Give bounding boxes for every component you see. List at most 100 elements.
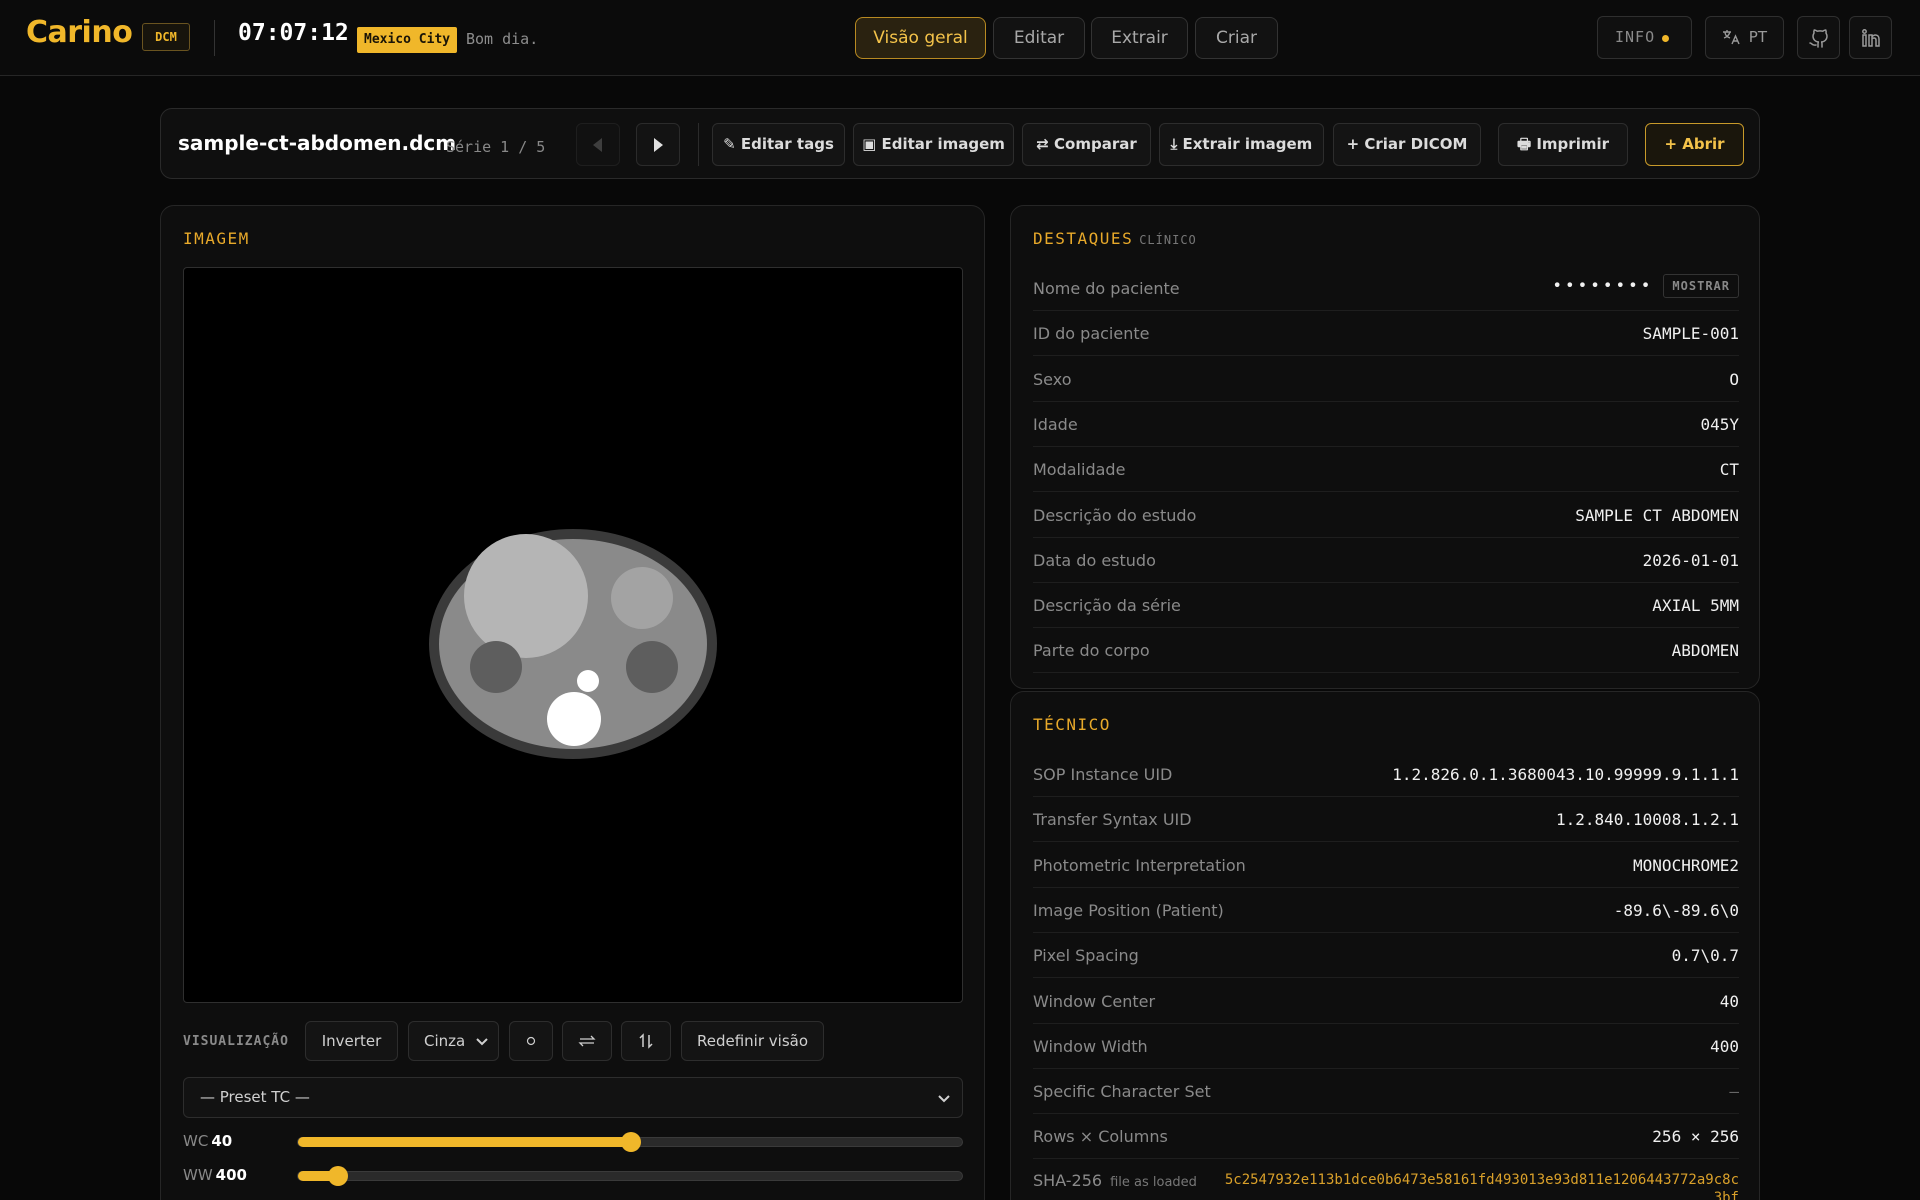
file-name: sample-ct-abdomen.dcm	[178, 131, 457, 155]
technical-value: 400	[1710, 1036, 1739, 1056]
highlight-row: Modalidade CT	[1033, 447, 1739, 493]
technical-row: Rows × Columns 256 × 256	[1033, 1114, 1739, 1160]
edit-image-button[interactable]: ▣ Editar imagem	[853, 123, 1014, 166]
highlight-key: Nome do paciente	[1033, 279, 1180, 298]
wc-label: WC 40	[183, 1132, 233, 1150]
highlight-key: Data do estudo	[1033, 550, 1156, 570]
technical-row: Window Center 40	[1033, 979, 1739, 1024]
tab-extract[interactable]: Extrair	[1091, 17, 1188, 59]
flip-vertical-button[interactable]	[621, 1021, 671, 1061]
ct-preset-select[interactable]: — Preset TC —	[183, 1077, 963, 1118]
highlight-key: Modalidade	[1033, 460, 1126, 480]
edit-tags-button[interactable]: ✎ Editar tags	[712, 123, 845, 166]
app-logo[interactable]: Carino	[26, 15, 133, 50]
file-toolbar: sample-ct-abdomen.dcm Série 1 / 5 ✎ Edit…	[160, 108, 1760, 179]
highlight-value: SAMPLE CT ABDOMEN	[1575, 505, 1739, 525]
tab-edit[interactable]: Editar	[993, 17, 1085, 59]
highlight-key: Idade	[1033, 414, 1078, 434]
tab-overview[interactable]: Visão geral	[855, 17, 986, 59]
previous-series-button[interactable]	[576, 123, 620, 166]
technical-row: Pixel Spacing 0.7\0.7	[1033, 933, 1739, 979]
chevron-left-icon	[593, 137, 602, 152]
highlight-key: Descrição do estudo	[1033, 505, 1197, 525]
flip-horizontal-icon	[578, 1035, 596, 1047]
highlight-value: •••••••• MOSTRAR	[1552, 274, 1739, 298]
ct-preset-value: — Preset TC —	[200, 1088, 310, 1106]
technical-value: MONOCHROME2	[1633, 855, 1739, 875]
next-series-button[interactable]	[636, 123, 680, 166]
highlight-key: Parte do corpo	[1033, 641, 1150, 661]
linkedin-button[interactable]	[1849, 16, 1892, 59]
technical-value: 1.2.840.10008.1.2.1	[1555, 810, 1739, 830]
image-panel: IMAGEM VISUALIZAÇÃO Inverter Cinza Redef…	[160, 205, 985, 1200]
wc-fill	[298, 1137, 631, 1147]
highlight-key: ID do paciente	[1033, 324, 1150, 344]
sha-value[interactable]: 5c2547932e113b1dce0b6473e58161fd493013e9…	[1219, 1171, 1739, 1200]
highlight-row: Idade 045Y	[1033, 402, 1739, 447]
contrast-button[interactable]	[509, 1021, 553, 1061]
technical-key: Transfer Syntax UID	[1033, 810, 1192, 830]
highlight-value: AXIAL 5MM	[1652, 596, 1739, 616]
series-indicator: Série 1 / 5	[446, 138, 546, 156]
visualization-controls: VISUALIZAÇÃO Inverter Cinza Redefinir vi…	[183, 1021, 963, 1062]
colormap-value: Cinza	[424, 1032, 466, 1050]
compare-button[interactable]: ⇄ Comparar	[1022, 123, 1151, 166]
clock: 07:07:12	[238, 20, 349, 46]
tab-create[interactable]: Criar	[1195, 17, 1278, 59]
highlight-key: Sexo	[1033, 369, 1072, 389]
ct-scan-image	[429, 529, 717, 759]
highlight-value: 2026-01-01	[1642, 550, 1739, 570]
flip-vertical-icon	[639, 1033, 653, 1049]
show-name-button[interactable]: MOSTRAR	[1663, 274, 1739, 298]
ww-value: 400	[215, 1166, 247, 1184]
technical-key: Pixel Spacing	[1033, 946, 1139, 966]
visualization-label: VISUALIZAÇÃO	[183, 1034, 289, 1049]
github-icon	[1808, 28, 1828, 48]
technical-key: Window Center	[1033, 991, 1156, 1011]
language-label: PT	[1748, 28, 1767, 46]
ww-handle[interactable]	[327, 1166, 348, 1186]
technical-title: TÉCNICO	[1033, 715, 1111, 734]
print-button[interactable]: 🖶 Imprimir	[1498, 123, 1628, 166]
ww-track[interactable]	[297, 1166, 963, 1186]
highlight-row: Descrição do estudo SAMPLE CT ABDOMEN	[1033, 493, 1739, 538]
create-dicom-button[interactable]: + Criar DICOM	[1333, 123, 1481, 166]
highlight-value: O	[1729, 369, 1739, 389]
window-center-slider: WC 40	[183, 1130, 963, 1152]
highlight-row: Descrição da série AXIAL 5MM	[1033, 583, 1739, 629]
sha-key: SHA-256 file as loaded	[1033, 1171, 1197, 1190]
ww-label: WW 400	[183, 1166, 247, 1184]
invert-button[interactable]: Inverter	[305, 1021, 398, 1061]
wc-track[interactable]	[297, 1132, 963, 1152]
highlight-value: CT	[1719, 460, 1739, 480]
chevron-down-icon	[476, 1038, 488, 1046]
dicom-viewer[interactable]	[183, 267, 963, 1003]
github-button[interactable]	[1797, 16, 1840, 59]
technical-row: Specific Character Set —	[1033, 1069, 1739, 1115]
open-button[interactable]: + Abrir	[1645, 123, 1744, 166]
highlights-subtitle: CLÍNICO	[1139, 233, 1197, 247]
divider	[214, 20, 215, 56]
language-button[interactable]: PT	[1705, 16, 1784, 59]
highlight-row: Data do estudo 2026-01-01	[1033, 538, 1739, 583]
highlight-row: Sexo O	[1033, 357, 1739, 402]
technical-value: —	[1729, 1082, 1739, 1102]
info-button[interactable]: INFO	[1597, 16, 1692, 59]
reset-view-button[interactable]: Redefinir visão	[681, 1021, 824, 1061]
city-badge: Mexico City	[357, 27, 458, 53]
colormap-select[interactable]: Cinza	[408, 1021, 499, 1061]
flip-horizontal-button[interactable]	[562, 1021, 612, 1061]
technical-row: Photometric Interpretation MONOCHROME2	[1033, 843, 1739, 888]
technical-value: -89.6\-89.6\0	[1613, 900, 1739, 920]
highlight-row: Nome do paciente •••••••• MOSTRAR	[1033, 266, 1739, 311]
highlight-key: Descrição da série	[1033, 596, 1181, 616]
technical-value: 256 × 256	[1652, 1127, 1739, 1147]
image-panel-title: IMAGEM	[183, 229, 250, 248]
wc-handle[interactable]	[621, 1132, 641, 1152]
technical-value: 0.7\0.7	[1671, 946, 1739, 966]
window-width-slider: WW 400	[183, 1164, 963, 1186]
highlight-value: 045Y	[1700, 414, 1739, 434]
extract-image-button[interactable]: ⤓ Extrair imagem	[1159, 123, 1324, 166]
highlights-title: DESTAQUES CLÍNICO	[1033, 229, 1197, 248]
divider	[698, 123, 699, 166]
